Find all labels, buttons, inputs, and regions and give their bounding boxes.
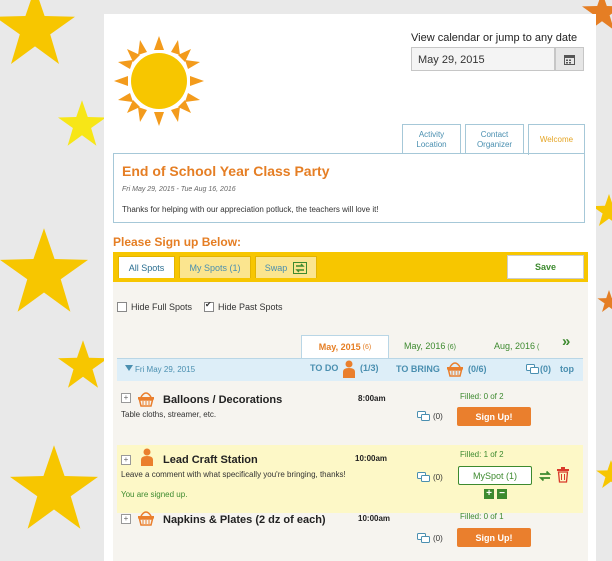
event-info-box: End of School Year Class Party Fri May 2… <box>113 153 585 223</box>
event-description: Thanks for helping with our appreciation… <box>122 205 379 214</box>
signup-tabbar: All Spots My Spots (1) Swap Save <box>113 252 588 282</box>
swap-icon[interactable] <box>538 469 552 483</box>
tab-activity-location[interactable]: Activity Location <box>402 124 461 154</box>
item-name: Balloons / Decorations <box>163 394 283 406</box>
date-tab-aug-2016[interactable]: Aug, 2016( <box>494 341 539 351</box>
filled-status: Filled: 1 of 2 <box>460 450 504 459</box>
person-icon <box>141 448 153 466</box>
bring-label: TO BRING <box>396 364 440 374</box>
date-tab-may-2015[interactable]: May, 2015 (6) <box>301 335 389 358</box>
comment-icon <box>417 411 430 421</box>
item-time: 8:00am <box>358 394 386 403</box>
event-title: End of School Year Class Party <box>122 163 330 179</box>
item-name: Lead Craft Station <box>163 454 258 466</box>
signup-button[interactable]: Sign Up! <box>457 407 531 426</box>
basket-icon <box>138 511 154 526</box>
filled-status: Filled: 0 of 1 <box>460 512 504 521</box>
signup-heading: Please Sign up Below: <box>113 235 242 249</box>
list-item: + Balloons / Decorations Table cloths, s… <box>117 384 583 452</box>
person-icon <box>343 360 355 378</box>
item-comments[interactable]: (0) <box>417 411 443 422</box>
date-picker-label: View calendar or jump to any date <box>411 32 578 44</box>
comment-icon <box>417 472 430 482</box>
star-icon <box>596 460 612 488</box>
decrement-button[interactable]: − <box>497 489 507 499</box>
basket-icon <box>447 362 463 377</box>
sun-logo-icon <box>114 36 204 126</box>
bring-count: (0/6) <box>468 364 487 374</box>
tab-swap[interactable]: Swap <box>255 256 317 278</box>
star-icon <box>58 340 108 388</box>
day-date: Fri May 29, 2015 <box>135 365 196 374</box>
star-icon <box>597 290 612 312</box>
todo-label: TO DO <box>310 363 339 373</box>
date-tab-may-2016[interactable]: May, 2016 (6) <box>404 341 456 351</box>
calendar-icon <box>564 54 575 65</box>
expand-button[interactable]: + <box>121 514 131 524</box>
item-comments[interactable]: (0) <box>417 472 443 483</box>
basket-icon <box>138 392 154 407</box>
checkbox-box[interactable] <box>204 300 214 312</box>
signup-button[interactable]: Sign Up! <box>457 528 531 547</box>
collapse-triangle-icon[interactable] <box>125 365 133 371</box>
comment-icon[interactable] <box>526 364 539 375</box>
event-dates: Fri May 29, 2015 - Tue Aug 16, 2016 <box>122 186 236 193</box>
star-icon <box>0 228 88 312</box>
comment-icon <box>417 533 430 543</box>
expand-button[interactable]: + <box>121 455 131 465</box>
top-link[interactable]: top <box>560 364 574 374</box>
item-time: 10:00am <box>358 514 391 523</box>
star-icon <box>0 0 75 64</box>
signed-up-note: You are signed up. <box>121 490 188 499</box>
item-name: Napkins & Plates (2 dz of each) <box>163 514 326 526</box>
trash-icon[interactable] <box>556 467 570 483</box>
item-comments[interactable]: (0) <box>417 533 443 544</box>
item-description: Leave a comment with what specifically y… <box>121 470 346 479</box>
swap-icon <box>293 261 308 274</box>
tab-welcome[interactable]: Welcome <box>528 124 585 155</box>
item-time: 10:00am <box>355 454 388 463</box>
expand-button[interactable]: + <box>121 393 131 403</box>
next-dates-arrow[interactable]: » <box>562 333 570 350</box>
item-description: Table cloths, streamer, etc. <box>121 410 217 419</box>
star-icon <box>10 445 98 529</box>
signup-page: View calendar or jump to any date May 29… <box>104 14 596 561</box>
increment-button[interactable]: + <box>484 489 494 499</box>
comment-count: (0) <box>540 364 551 374</box>
save-button[interactable]: Save <box>507 255 584 279</box>
filled-status: Filled: 0 of 2 <box>460 392 504 401</box>
hide-past-checkbox[interactable]: Hide Past Spots <box>204 300 283 312</box>
tab-all-spots[interactable]: All Spots <box>118 256 175 278</box>
checkbox-box[interactable] <box>117 302 127 312</box>
tab-contact-organizer[interactable]: Contact Organizer <box>465 124 524 154</box>
tab-my-spots[interactable]: My Spots (1) <box>179 256 251 278</box>
todo-count: (1/3) <box>360 363 379 373</box>
list-item: + Napkins & Plates (2 dz of each) 10:00a… <box>117 506 583 561</box>
date-input[interactable]: May 29, 2015 <box>411 47 555 71</box>
calendar-button[interactable] <box>555 47 584 71</box>
day-header: Fri May 29, 2015 TO DO (1/3) TO BRING (0… <box>117 358 583 381</box>
hide-full-checkbox[interactable]: Hide Full Spots <box>117 302 192 312</box>
list-item: + Lead Craft Station Leave a comment wit… <box>117 445 583 513</box>
star-icon <box>58 100 106 146</box>
myspot-button[interactable]: MySpot (1) <box>458 466 532 485</box>
